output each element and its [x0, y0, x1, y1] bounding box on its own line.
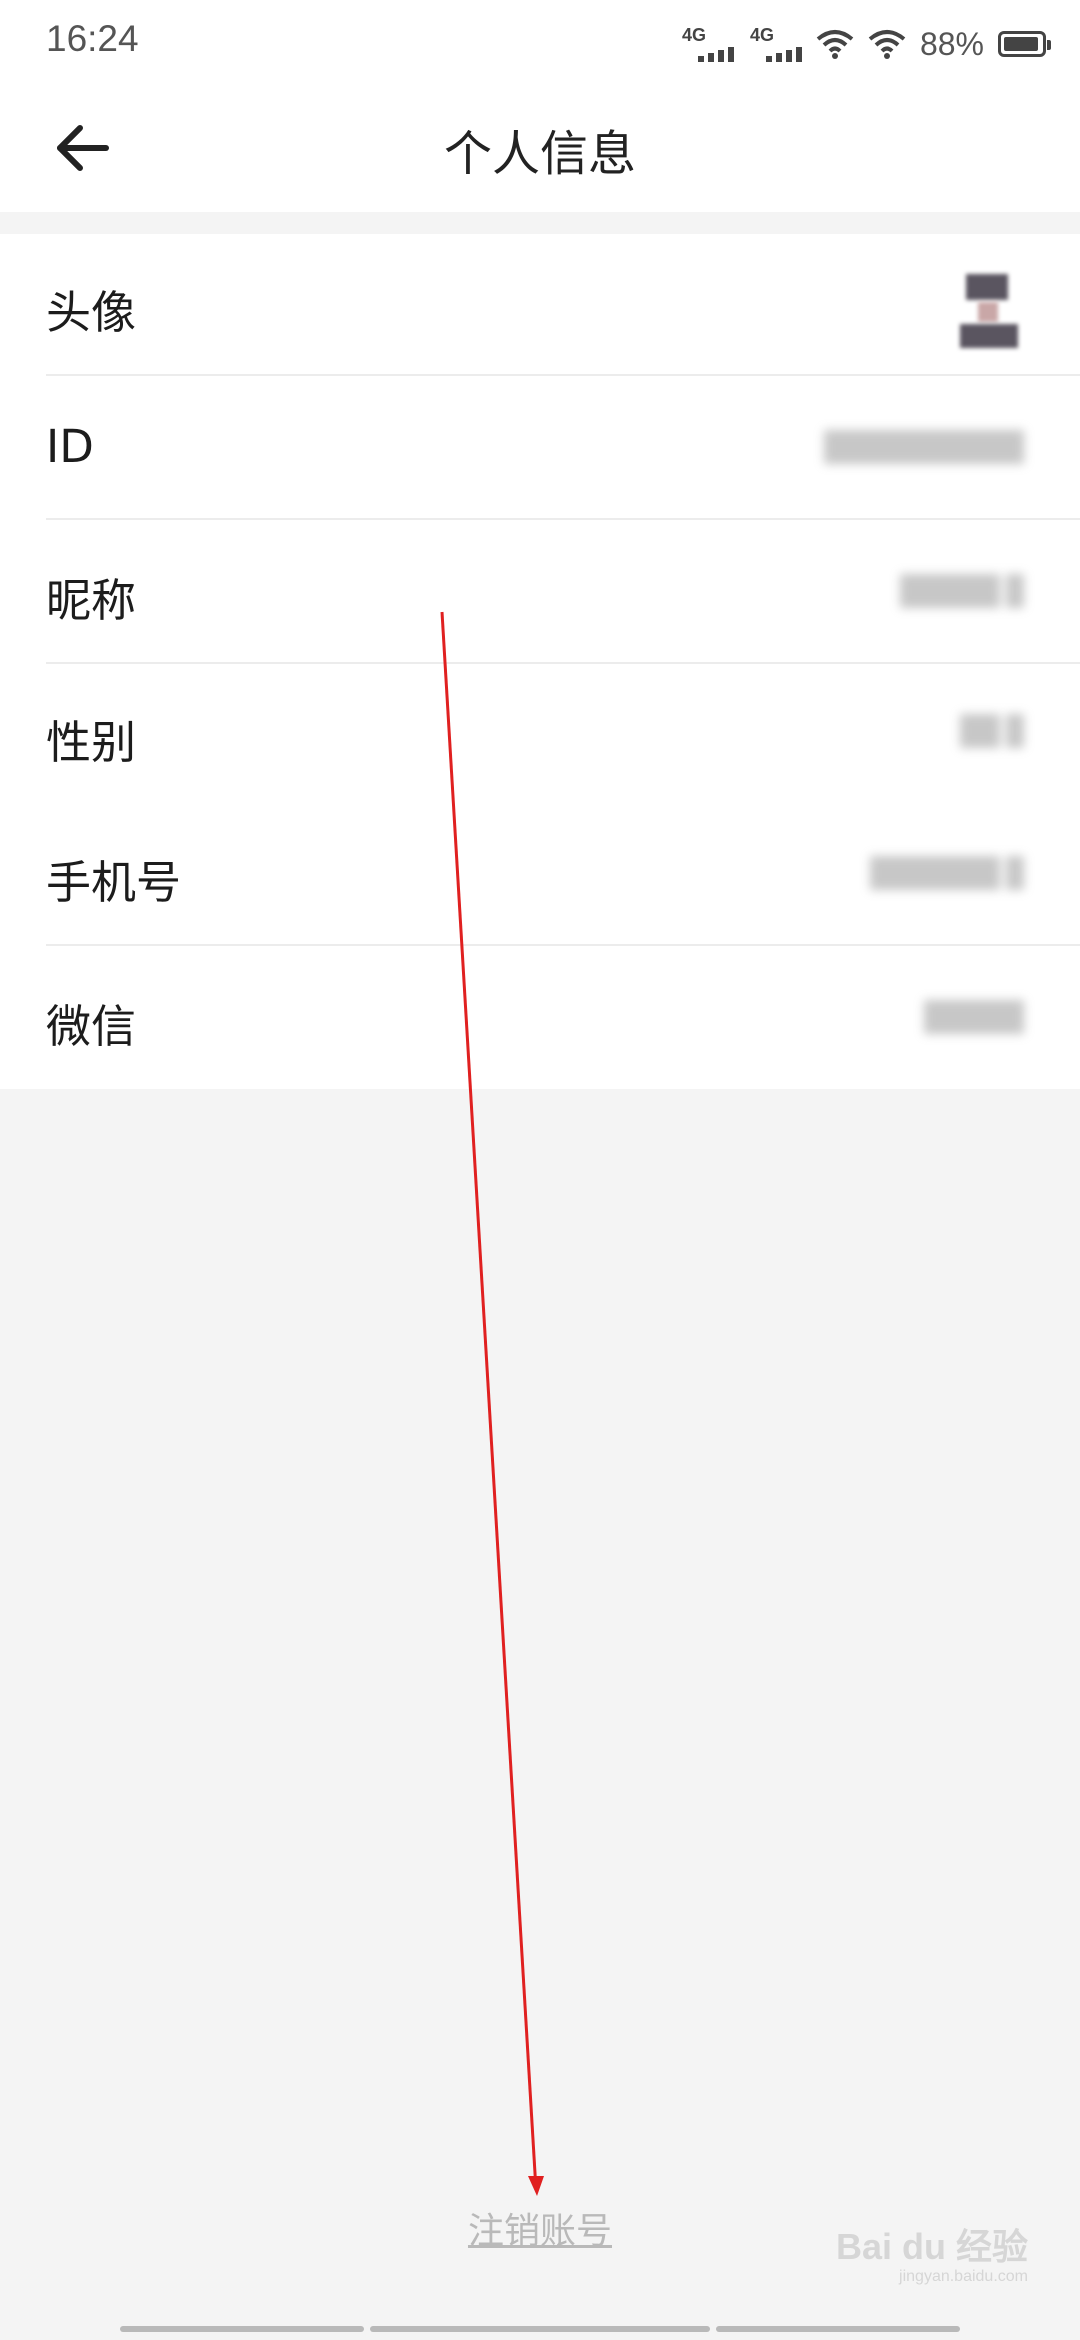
- row-id[interactable]: ID: [0, 378, 1080, 520]
- gesture-nav-bar[interactable]: [120, 2326, 960, 2334]
- status-bar: 16:24 4G 4G 88%: [0, 0, 1080, 84]
- row-label: ID: [46, 420, 94, 473]
- page-title: 个人信息: [443, 126, 636, 182]
- redacted-value: [870, 856, 1030, 894]
- row-label: 头像: [46, 286, 137, 339]
- status-time: 16:24: [46, 18, 139, 59]
- cellular-signal-icon: 4G: [680, 26, 734, 62]
- wifi-icon: [816, 30, 854, 59]
- row-nickname[interactable]: 昵称: [0, 522, 1080, 664]
- redacted-value: [924, 1000, 1030, 1038]
- redacted-value: [900, 574, 1030, 612]
- row-label: 性别: [46, 716, 137, 769]
- row-label: 昵称: [46, 574, 137, 627]
- profile-list: 头像 ID 昵称 性别 手机号 微信: [0, 234, 1080, 1089]
- status-icons: 4G 4G 88%: [680, 20, 1051, 68]
- redacted-value: [824, 430, 1030, 468]
- baidu-jingyan-watermark: Bai du 经验 jingyan.baidu.com: [836, 2218, 1028, 2286]
- row-avatar[interactable]: 头像: [0, 234, 1080, 376]
- app-header: 个人信息: [0, 84, 1080, 212]
- divider: [46, 374, 1080, 376]
- network-type-label: 4G: [749, 25, 774, 45]
- battery-icon: [998, 31, 1051, 57]
- watermark-text: Bai du 经验: [835, 2226, 1028, 2267]
- watermark-url: jingyan.baidu.com: [899, 2268, 1028, 2285]
- row-wechat[interactable]: 微信: [0, 948, 1080, 1090]
- battery-percent: 88%: [919, 25, 984, 62]
- avatar: [960, 274, 1020, 354]
- cellular-signal-icon: 4G: [748, 26, 802, 62]
- row-phone[interactable]: 手机号: [0, 804, 1080, 946]
- divider: [46, 518, 1080, 520]
- network-type-label: 4G: [681, 25, 706, 45]
- wifi-icon: [868, 30, 906, 59]
- redacted-value: [960, 714, 1030, 752]
- row-label: 手机号: [46, 856, 182, 909]
- row-gender[interactable]: 性别: [0, 664, 1080, 806]
- divider: [46, 944, 1080, 946]
- row-label: 微信: [46, 1000, 137, 1053]
